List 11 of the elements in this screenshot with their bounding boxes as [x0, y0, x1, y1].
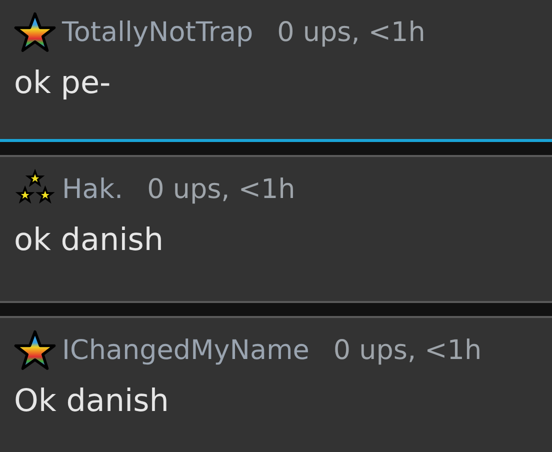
comment-text: ok danish: [14, 225, 165, 256]
comment-meta: 0 ups, <1h: [277, 16, 426, 50]
username-link[interactable]: IChangedMyName: [62, 330, 310, 372]
username-link[interactable]: Hak.: [62, 170, 124, 210]
rainbow-star-icon: [14, 12, 56, 54]
comment-text: ok pe-: [14, 68, 112, 99]
username-link[interactable]: TotallyNotTrap: [62, 12, 254, 54]
comment-text: Ok danish: [14, 386, 170, 417]
comment-meta: 0 ups, <1h: [333, 334, 482, 368]
comment-meta: 0 ups, <1h: [147, 172, 296, 207]
rainbow-star-icon: [14, 330, 56, 372]
